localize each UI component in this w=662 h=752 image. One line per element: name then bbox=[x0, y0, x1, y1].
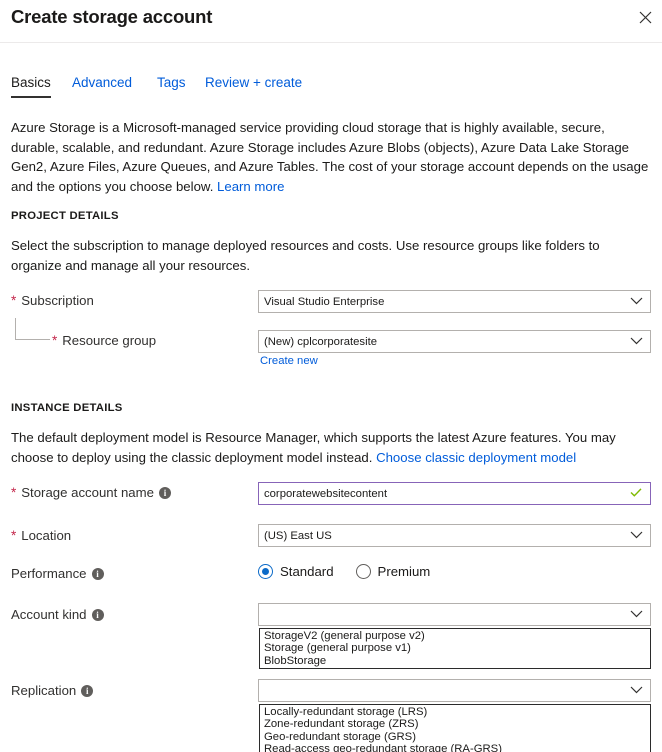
radio-performance-premium-label: Premium bbox=[377, 564, 431, 579]
resource-group-indent-bracket bbox=[15, 318, 50, 340]
label-subscription-text: Subscription bbox=[21, 293, 94, 308]
section-description-instance-details: The default deployment model is Resource… bbox=[11, 428, 631, 467]
subscription-value: Visual Studio Enterprise bbox=[264, 295, 385, 308]
label-replication: Replication i bbox=[11, 683, 94, 698]
chevron-down-icon bbox=[630, 609, 643, 621]
replication-option[interactable]: Zone-redundant storage (ZRS) bbox=[260, 718, 650, 730]
account-kind-option[interactable]: BlobStorage bbox=[260, 655, 650, 667]
chevron-down-icon bbox=[630, 296, 643, 308]
info-icon[interactable]: i bbox=[81, 684, 94, 697]
tab-review-create[interactable]: Review + create bbox=[205, 75, 302, 96]
tab-advanced[interactable]: Advanced bbox=[72, 75, 132, 96]
account-kind-option[interactable]: StorageV2 (general purpose v2) bbox=[260, 630, 650, 642]
required-asterisk: * bbox=[52, 332, 58, 348]
label-location-text: Location bbox=[21, 528, 72, 543]
subscription-select[interactable]: Visual Studio Enterprise bbox=[258, 290, 651, 313]
label-resource-group: * Resource group bbox=[52, 333, 156, 348]
label-storage-account-name: * Storage account name i bbox=[11, 485, 171, 500]
label-storage-account-name-text: Storage account name bbox=[21, 485, 154, 500]
resource-group-select[interactable]: (New) cplcorporatesite bbox=[258, 330, 651, 353]
section-heading-instance-details: INSTANCE DETAILS bbox=[11, 402, 123, 414]
tab-tags[interactable]: Tags bbox=[157, 75, 186, 96]
storage-account-name-input[interactable]: corporatewebsitecontent bbox=[258, 482, 651, 505]
learn-more-link[interactable]: Learn more bbox=[217, 179, 284, 194]
label-account-kind: Account kind i bbox=[11, 607, 104, 622]
replication-option[interactable]: Read-access geo-redundant storage (RA-GR… bbox=[260, 743, 650, 752]
valid-check-icon bbox=[630, 487, 642, 500]
account-kind-select[interactable] bbox=[258, 603, 651, 626]
required-asterisk: * bbox=[11, 484, 17, 500]
create-new-resource-group-link[interactable]: Create new bbox=[260, 355, 318, 367]
replication-select[interactable] bbox=[258, 679, 651, 702]
replication-option[interactable]: Geo-redundant storage (GRS) bbox=[260, 731, 650, 743]
radio-performance-standard-label: Standard bbox=[280, 564, 334, 579]
choose-classic-deployment-model-link[interactable]: Choose classic deployment model bbox=[376, 450, 576, 465]
chevron-down-icon bbox=[630, 685, 643, 697]
intro-text: Azure Storage is a Microsoft-managed ser… bbox=[11, 120, 649, 194]
label-replication-text: Replication bbox=[11, 683, 77, 698]
label-performance-text: Performance bbox=[11, 566, 87, 581]
location-value: (US) East US bbox=[264, 529, 332, 542]
resource-group-value: (New) cplcorporatesite bbox=[264, 335, 378, 348]
info-icon[interactable]: i bbox=[91, 567, 104, 580]
label-performance: Performance i bbox=[11, 566, 104, 581]
tab-bar: Basics Advanced Tags Review + create bbox=[0, 75, 662, 102]
create-storage-account-blade: Create storage account Basics Advanced T… bbox=[0, 0, 662, 752]
label-location: * Location bbox=[11, 528, 71, 543]
performance-radio-group: Standard Premium bbox=[258, 564, 430, 579]
radio-performance-premium[interactable]: Premium bbox=[355, 564, 431, 579]
radio-performance-standard[interactable]: Standard bbox=[258, 564, 334, 579]
required-asterisk: * bbox=[11, 527, 17, 543]
required-asterisk: * bbox=[11, 292, 17, 308]
location-select[interactable]: (US) East US bbox=[258, 524, 651, 547]
account-kind-option-list[interactable]: StorageV2 (general purpose v2) Storage (… bbox=[259, 628, 651, 670]
label-account-kind-text: Account kind bbox=[11, 607, 87, 622]
radio-indicator-unselected bbox=[355, 564, 371, 579]
section-heading-project-details: PROJECT DETAILS bbox=[11, 210, 119, 222]
blade-header: Create storage account bbox=[0, 0, 662, 43]
tab-basics[interactable]: Basics bbox=[11, 75, 51, 98]
close-icon[interactable] bbox=[632, 4, 658, 30]
account-kind-option[interactable]: Storage (general purpose v1) bbox=[260, 642, 650, 654]
replication-option-list[interactable]: Locally-redundant storage (LRS) Zone-red… bbox=[259, 704, 651, 752]
section-description-project-details: Select the subscription to manage deploy… bbox=[11, 238, 600, 273]
label-resource-group-text: Resource group bbox=[62, 333, 157, 348]
page-title: Create storage account bbox=[11, 6, 213, 27]
radio-indicator-selected bbox=[258, 564, 273, 579]
intro-paragraph: Azure Storage is a Microsoft-managed ser… bbox=[11, 118, 651, 196]
storage-account-name-value: corporatewebsitecontent bbox=[264, 487, 388, 500]
replication-option[interactable]: Locally-redundant storage (LRS) bbox=[260, 706, 650, 718]
label-subscription: * Subscription bbox=[11, 293, 94, 308]
chevron-down-icon bbox=[630, 530, 643, 542]
info-icon[interactable]: i bbox=[158, 486, 171, 499]
chevron-down-icon bbox=[630, 336, 643, 348]
info-icon[interactable]: i bbox=[91, 608, 104, 621]
